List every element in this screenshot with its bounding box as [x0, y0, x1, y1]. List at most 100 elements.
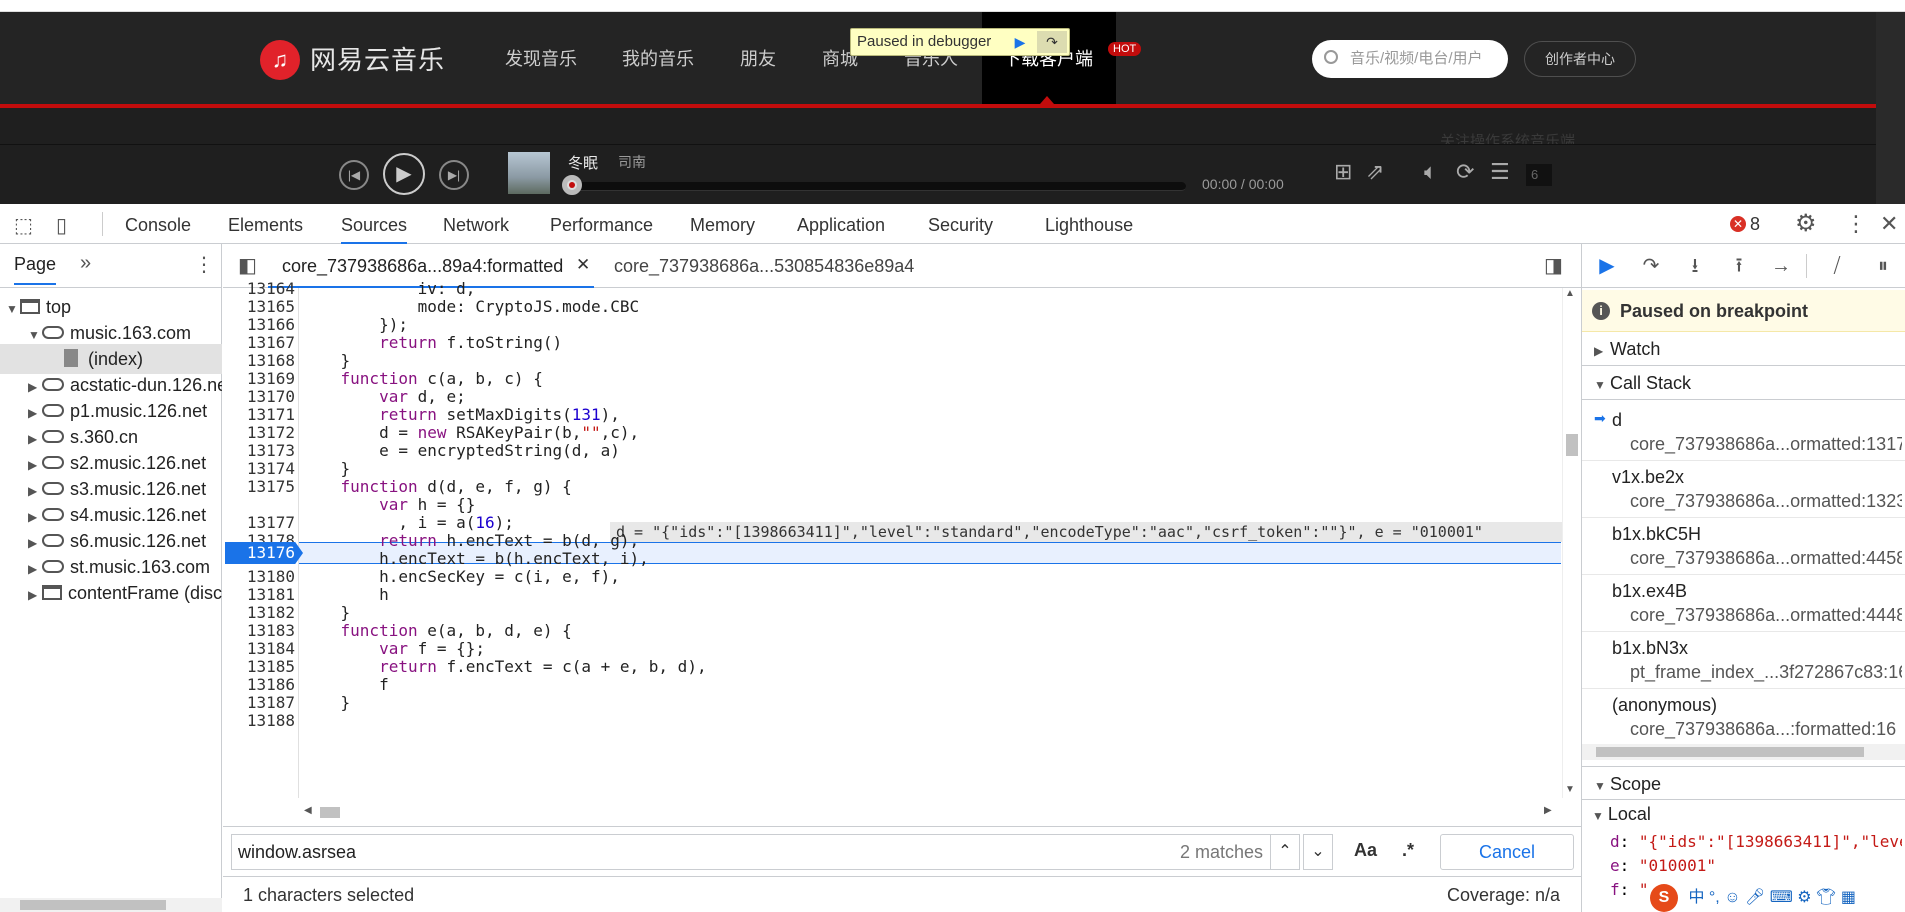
call-stack-section[interactable]: ▼ Call Stack — [1582, 366, 1905, 400]
editor-tab-2[interactable]: core_737938686a...530854836e89a4 — [614, 256, 914, 277]
progress-knob[interactable] — [562, 175, 582, 195]
find-next-icon[interactable]: ⌄ — [1303, 834, 1333, 870]
line-number[interactable]: 13182 — [223, 604, 295, 622]
code-line[interactable]: mode: CryptoJS.mode.CBC — [302, 298, 1562, 316]
song-artist[interactable]: 司南 — [618, 152, 646, 172]
settings-gear-icon[interactable]: ⚙ — [1795, 212, 1817, 236]
code-line[interactable]: h — [302, 586, 1562, 604]
find-cancel-button[interactable]: Cancel — [1440, 834, 1574, 870]
inspect-element-icon[interactable]: ⬚ — [14, 214, 33, 238]
code-line[interactable]: } — [302, 694, 1562, 712]
nav-my-music[interactable]: 我的音乐 — [622, 44, 694, 74]
site-logo-text[interactable]: 网易云音乐 — [310, 42, 445, 78]
page-scrollbar[interactable] — [1876, 12, 1905, 204]
error-icon[interactable]: ✕ — [1730, 216, 1746, 232]
code-line[interactable]: } — [302, 604, 1562, 622]
close-tab-icon[interactable]: ✕ — [576, 255, 590, 275]
step-over-overlay-icon[interactable]: ↷ — [1037, 31, 1067, 53]
ime-toolbar-icons[interactable]: 中 °, ☺ 🎤︎ ⌨ ⚙ 👕︎ ▦ — [1688, 889, 1855, 906]
tab-application[interactable]: Application — [797, 204, 885, 244]
ime-toolbar[interactable]: S 中 °, ☺ 🎤︎ ⌨ ⚙ 👕︎ ▦ — [1650, 884, 1905, 912]
step-out-icon[interactable]: ⭱ — [1724, 252, 1754, 280]
line-number[interactable]: 13165 — [223, 298, 295, 316]
nav-discover[interactable]: 发现音乐 — [505, 44, 577, 74]
line-number[interactable]: 13183 — [223, 622, 295, 640]
tab-sources[interactable]: Sources — [341, 204, 408, 244]
pause-on-exceptions-icon[interactable]: ⏸ — [1868, 252, 1898, 280]
code-line[interactable]: iv: d, — [302, 280, 1562, 298]
line-number[interactable]: 13180 — [223, 568, 295, 586]
tab-memory[interactable]: Memory — [690, 204, 755, 244]
line-number[interactable]: 13173 — [223, 442, 295, 460]
watch-section[interactable]: ▶ Watch — [1582, 332, 1905, 366]
play-icon[interactable]: ▶ — [383, 153, 425, 195]
code-line[interactable]: var f = {}; — [302, 640, 1562, 658]
device-toolbar-icon[interactable]: ▯ — [56, 214, 67, 238]
share-icon[interactable]: ⇗ — [1366, 160, 1384, 184]
tab-console[interactable]: Console — [125, 204, 191, 244]
editor-vscrollbar[interactable]: ▲ ▼ — [1562, 288, 1580, 798]
call-frame-location[interactable]: core_737938686a...ormatted:13236 — [1630, 491, 1902, 512]
add-to-playlist-icon[interactable]: ⊞ — [1334, 160, 1352, 184]
line-number[interactable]: 13177 — [223, 514, 295, 532]
tree-item[interactable]: ▶ contentFrame (discover) — [0, 578, 222, 608]
code-line[interactable]: function d(d, e, f, g) { — [302, 478, 1562, 496]
navigator-hscrollbar[interactable] — [0, 898, 222, 912]
more-tabs-chevron-icon[interactable]: » — [80, 252, 91, 275]
line-number[interactable]: 13186 — [223, 676, 295, 694]
line-number[interactable]: 13171 — [223, 406, 295, 424]
loop-icon[interactable]: ⟳ — [1456, 160, 1474, 184]
find-previous-icon[interactable]: ⌃ — [1270, 834, 1300, 870]
next-track-icon[interactable]: ▶| — [439, 160, 469, 190]
toggle-navigator-icon[interactable]: ◧ — [238, 254, 257, 278]
scope-variable[interactable]: e: "010001" — [1610, 856, 1902, 875]
navigator-tab-page[interactable]: Page — [14, 254, 57, 285]
code-line[interactable]: f — [302, 676, 1562, 694]
code-line[interactable]: , i = a(16); — [302, 514, 1562, 532]
line-number[interactable]: 13174 — [223, 460, 295, 478]
call-frame-location[interactable]: core_737938686a...ormatted:44483 — [1630, 605, 1902, 626]
regex-button[interactable]: .* — [1402, 840, 1414, 861]
code-line[interactable]: return setMaxDigits(131), — [302, 406, 1562, 424]
netease-logo-icon[interactable]: ♫ — [260, 40, 300, 80]
tab-lighthouse[interactable]: Lighthouse — [1045, 204, 1133, 244]
find-input[interactable]: window.asrsea — [231, 834, 1271, 870]
navigator-menu-icon[interactable]: ⋮ — [194, 252, 214, 277]
code-line[interactable]: function c(a, b, c) { — [302, 370, 1562, 388]
line-number[interactable]: 13166 — [223, 316, 295, 334]
code-line[interactable]: function e(a, b, d, e) { — [302, 622, 1562, 640]
playlist-count[interactable]: 6 — [1526, 164, 1552, 186]
scope-section[interactable]: ▼ Scope — [1582, 766, 1905, 800]
call-frame-location[interactable]: core_737938686a...ormatted:13176 — [1630, 434, 1902, 455]
resume-icon[interactable]: ▶ — [1592, 252, 1622, 280]
tab-security[interactable]: Security — [928, 204, 993, 244]
tab-performance[interactable]: Performance — [550, 204, 653, 244]
local-scope[interactable]: ▼ Local — [1592, 804, 1651, 825]
line-number[interactable]: 13170 — [223, 388, 295, 406]
code-line[interactable]: return f.toString() — [302, 334, 1562, 352]
creator-center-button[interactable]: 创作者中心 — [1524, 41, 1636, 77]
toggle-debugger-icon[interactable]: ◨ — [1544, 254, 1563, 278]
code-line[interactable]: h.encText = b(h.encText, i), — [302, 550, 1562, 568]
call-frame-location[interactable]: core_737938686a...:formatted:16 — [1630, 719, 1902, 740]
song-title[interactable]: 冬眠 — [568, 152, 598, 173]
line-number[interactable]: 13169 — [223, 370, 295, 388]
tab-elements[interactable]: Elements — [228, 204, 303, 244]
step-icon[interactable]: → — [1766, 252, 1796, 280]
line-number[interactable]: 13175 — [223, 478, 295, 496]
playlist-icon[interactable]: ☰ — [1490, 160, 1510, 184]
line-number[interactable]: 13172 — [223, 424, 295, 442]
breakpoint-marker[interactable]: 13176 — [225, 542, 303, 564]
call-frame-location[interactable]: core_737938686a...ormatted:44589 — [1630, 548, 1902, 569]
line-number[interactable]: 13188 — [223, 712, 295, 730]
line-number[interactable]: 13164 — [223, 280, 295, 298]
code-line[interactable]: var h = {} — [302, 496, 1562, 514]
code-line[interactable]: d = new RSAKeyPair(b,"",c), — [302, 424, 1562, 442]
site-search-input[interactable]: 音乐/视频/电台/用户 — [1312, 40, 1508, 78]
code-line[interactable]: } — [302, 460, 1562, 478]
error-count[interactable]: 8 — [1750, 214, 1760, 235]
tab-network[interactable]: Network — [443, 204, 509, 244]
resume-overlay-icon[interactable]: ▶ — [1009, 33, 1031, 51]
line-number[interactable]: 13168 — [223, 352, 295, 370]
coverage-status[interactable]: Coverage: n/a — [1447, 877, 1560, 912]
